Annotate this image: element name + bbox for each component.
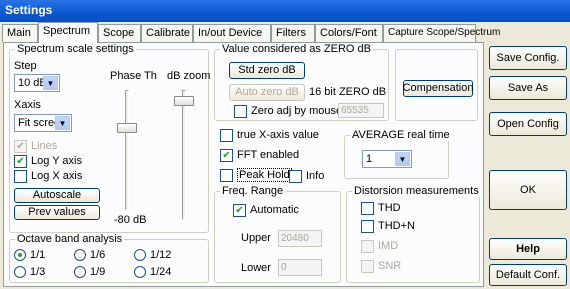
snr-checkbox[interactable] bbox=[361, 260, 374, 273]
tab-main[interactable]: Main bbox=[2, 24, 38, 42]
octave-label-1-9: 1/9 bbox=[90, 266, 106, 278]
info-checkbox[interactable] bbox=[289, 170, 302, 183]
help-button[interactable]: Help bbox=[489, 238, 567, 260]
zero-adj-label: Zero adj by mouse bbox=[251, 105, 343, 117]
open-config-button[interactable]: Open Config bbox=[489, 112, 567, 136]
zero-group: Value considered as ZERO dB Std zero dB … bbox=[214, 43, 389, 121]
lower-label: Lower bbox=[241, 262, 271, 274]
octave-label-1-24: 1/24 bbox=[150, 266, 172, 278]
chevron-down-icon: ▼ bbox=[395, 152, 410, 166]
imd-label: IMD bbox=[378, 240, 399, 252]
compensation-button[interactable]: Compensation bbox=[403, 80, 473, 97]
lines-label: Lines bbox=[31, 140, 58, 152]
default-conf-button[interactable]: Default Conf. bbox=[489, 264, 567, 286]
save-config-button[interactable]: Save Config. bbox=[489, 46, 567, 70]
phase-slider[interactable] bbox=[117, 123, 137, 133]
compensation-group: Compensation bbox=[395, 49, 478, 121]
phase-bottom-label: -80 dB bbox=[114, 214, 147, 226]
xaxis-label: Xaxis bbox=[14, 99, 41, 111]
snr-label: SNR bbox=[378, 260, 402, 272]
tab-inout-device[interactable]: In/out Device bbox=[193, 24, 271, 42]
phase-label: Phase Th bbox=[110, 70, 157, 82]
fft-label: FFT enabled bbox=[237, 149, 300, 161]
octave-label-1-6: 1/6 bbox=[90, 249, 106, 261]
tab-calibrate[interactable]: Calibrate bbox=[141, 24, 193, 42]
peak-hold-label: Peak Hold bbox=[237, 168, 292, 182]
zero-adj-checkbox[interactable] bbox=[234, 105, 247, 118]
fft-checkbox[interactable]: ✔ bbox=[220, 149, 233, 162]
step-select[interactable]: 10 dB ▼ bbox=[14, 74, 60, 92]
thdn-label: THD+N bbox=[378, 220, 415, 232]
octave-group-title: Octave band analysis bbox=[15, 233, 125, 245]
step-label: Step bbox=[14, 60, 37, 72]
bit-zero-label: 16 bit ZERO dB bbox=[309, 86, 387, 98]
scale-group: Spectrum scale settings Step 10 dB ▼ Xax… bbox=[9, 43, 211, 233]
average-select[interactable]: 1 ▼ bbox=[362, 150, 412, 168]
true-x-checkbox[interactable] bbox=[220, 129, 233, 142]
prev-values-button[interactable]: Prev values bbox=[14, 205, 100, 220]
thdn-checkbox[interactable] bbox=[361, 220, 374, 233]
auto-zero-button[interactable]: Auto zero dB bbox=[229, 84, 305, 101]
log-y-checkbox[interactable]: ✔ bbox=[14, 155, 27, 168]
spectrum-panel: Spectrum scale settings Step 10 dB ▼ Xax… bbox=[3, 42, 484, 287]
average-group-title: AVERAGE real time bbox=[350, 129, 452, 141]
tab-scope[interactable]: Scope bbox=[98, 24, 141, 42]
automatic-checkbox[interactable]: ✔ bbox=[233, 204, 246, 217]
lines-checkbox[interactable]: ✔ bbox=[14, 140, 27, 153]
upper-label: Upper bbox=[241, 232, 271, 244]
save-as-button[interactable]: Save As bbox=[489, 76, 567, 100]
octave-radio-1-1[interactable] bbox=[14, 249, 26, 261]
true-x-label: true X-axis value bbox=[237, 129, 319, 141]
title-bar: Settings bbox=[0, 0, 570, 22]
octave-radio-1-12[interactable] bbox=[134, 249, 146, 261]
upper-input[interactable]: 20480 bbox=[278, 230, 322, 247]
autoscale-button[interactable]: Autoscale bbox=[14, 188, 100, 203]
xaxis-select[interactable]: Fit screen ▼ bbox=[14, 114, 72, 132]
octave-label-1-1: 1/1 bbox=[30, 249, 46, 261]
octave-label-1-12: 1/12 bbox=[150, 249, 172, 261]
thd-label: THD bbox=[378, 202, 401, 214]
zero-value-input[interactable]: 65535 bbox=[338, 103, 384, 118]
phase-track bbox=[125, 90, 129, 210]
freq-group: Freq. Range ✔ Automatic Upper 20480 Lowe… bbox=[214, 185, 341, 283]
tab-colors-font[interactable]: Colors/Font bbox=[315, 24, 383, 42]
octave-radio-1-3[interactable] bbox=[14, 266, 26, 278]
chevron-down-icon: ▼ bbox=[43, 76, 58, 90]
tab-filters[interactable]: Filters bbox=[271, 24, 315, 42]
side-button-panel: Save Config. Save As Open Config OK Help… bbox=[486, 42, 570, 289]
octave-label-1-3: 1/3 bbox=[30, 266, 46, 278]
scale-group-title: Spectrum scale settings bbox=[15, 43, 136, 55]
chevron-down-icon: ▼ bbox=[55, 116, 70, 130]
log-x-label: Log X axis bbox=[31, 170, 83, 182]
freq-group-title: Freq. Range bbox=[220, 185, 286, 197]
lower-input[interactable]: 0 bbox=[278, 259, 322, 276]
octave-radio-1-9[interactable] bbox=[74, 266, 86, 278]
info-label: Info bbox=[306, 170, 325, 182]
window-title: Settings bbox=[5, 3, 53, 17]
octave-group: Octave band analysis 1/1 1/6 1/12 1/3 1/… bbox=[9, 233, 209, 283]
tab-capture[interactable]: Capture Scope/Spectrum bbox=[383, 24, 500, 42]
zero-group-title: Value considered as ZERO dB bbox=[220, 43, 373, 55]
log-x-checkbox[interactable] bbox=[14, 170, 27, 183]
tab-strip: Main Spectrum Scope Calibrate In/out Dev… bbox=[0, 22, 500, 43]
distortion-group: Distorsion measurements THD THD+N IMD SN… bbox=[346, 185, 481, 283]
octave-radio-1-24[interactable] bbox=[134, 266, 146, 278]
tab-spectrum[interactable]: Spectrum bbox=[38, 22, 98, 43]
imd-checkbox[interactable] bbox=[361, 240, 374, 253]
zoom-slider[interactable] bbox=[174, 96, 194, 106]
std-zero-button[interactable]: Std zero dB bbox=[229, 62, 305, 79]
peak-hold-checkbox[interactable] bbox=[220, 169, 233, 182]
ok-button[interactable]: OK bbox=[489, 170, 567, 210]
octave-radio-1-6[interactable] bbox=[74, 249, 86, 261]
average-group: AVERAGE real time 1 ▼ bbox=[344, 129, 452, 179]
thd-checkbox[interactable] bbox=[361, 202, 374, 215]
log-y-label: Log Y axis bbox=[31, 155, 82, 167]
zoom-label: dB zoom bbox=[167, 70, 211, 82]
automatic-label: Automatic bbox=[250, 204, 299, 216]
zoom-track bbox=[182, 90, 186, 220]
distortion-group-title: Distorsion measurements bbox=[352, 185, 481, 197]
